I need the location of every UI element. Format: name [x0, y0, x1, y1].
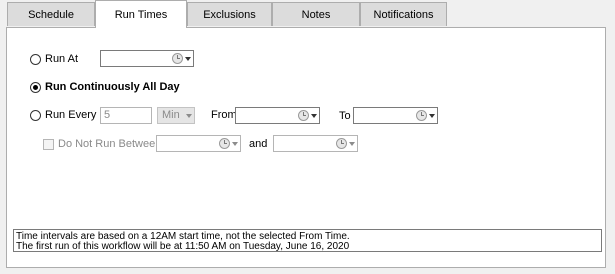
- chevron-down-icon[interactable]: [311, 114, 317, 118]
- tab-run-times[interactable]: Run Times: [95, 0, 187, 28]
- tab-notes[interactable]: Notes: [272, 2, 360, 26]
- and-label: and: [249, 138, 268, 150]
- from-label: From: [211, 109, 237, 121]
- run-every-radio[interactable]: [30, 110, 41, 121]
- chevron-down-icon[interactable]: [349, 142, 355, 146]
- chevron-down-icon[interactable]: [232, 142, 238, 146]
- do-not-run-between-checkbox[interactable]: [43, 139, 54, 150]
- clock-icon: [416, 110, 427, 121]
- tab-notifications[interactable]: Notifications: [360, 2, 447, 26]
- clock-icon: [219, 138, 230, 149]
- run-at-time-picker[interactable]: [100, 50, 194, 67]
- run-at-radio[interactable]: [30, 54, 41, 65]
- clock-icon: [298, 110, 309, 121]
- chevron-down-icon: [186, 114, 192, 118]
- schedule-info-box: Time intervals are based on a 12AM start…: [13, 229, 602, 252]
- chevron-down-icon[interactable]: [185, 57, 191, 61]
- to-label: To: [339, 110, 351, 122]
- tab-schedule[interactable]: Schedule: [7, 2, 95, 26]
- do-not-run-start-picker[interactable]: [156, 135, 241, 152]
- chevron-down-icon[interactable]: [429, 114, 435, 118]
- run-every-unit-select[interactable]: Min: [157, 107, 195, 124]
- do-not-run-between-label: Do Not Run Between: [58, 138, 162, 150]
- run-every-label: Run Every: [45, 109, 97, 121]
- run-at-label: Run At: [45, 53, 79, 65]
- to-time-picker[interactable]: [353, 107, 438, 124]
- do-not-run-end-picker[interactable]: [273, 135, 358, 152]
- tab-exclusions[interactable]: Exclusions: [187, 2, 272, 26]
- clock-icon: [172, 53, 183, 64]
- run-continuously-label: Run Continuously All Day: [45, 81, 180, 93]
- run-every-unit-value: Min: [162, 109, 180, 121]
- clock-icon: [336, 138, 347, 149]
- from-time-picker[interactable]: [235, 107, 320, 124]
- info-line-2: The first run of this workflow will be a…: [16, 241, 350, 252]
- run-continuously-radio[interactable]: [30, 82, 41, 93]
- run-every-interval-input[interactable]: 5: [100, 107, 152, 124]
